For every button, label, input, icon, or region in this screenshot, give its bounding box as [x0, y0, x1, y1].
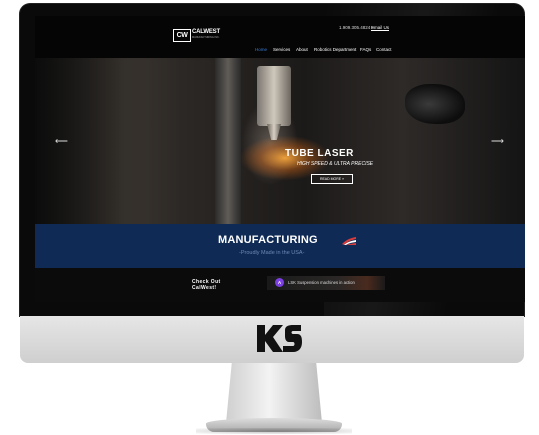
nav-services[interactable]: Services: [273, 47, 290, 52]
flag-swoosh-icon: [342, 237, 356, 245]
nav-faqs[interactable]: FAQs: [360, 47, 371, 52]
promo-heading-line2: CalWest!: [192, 285, 217, 291]
logo-tagline: MANUFACTURING INC.: [192, 36, 220, 39]
promo-section: Check Out CalWest! A LSK Suspension mach…: [35, 268, 525, 302]
slider-prev-arrow-icon[interactable]: ⟵: [55, 136, 68, 147]
manufacturing-banner: MANUFACTURING -Proudly Made in the USA-: [35, 224, 525, 268]
email-us-link[interactable]: Email Us: [371, 25, 389, 30]
hero-glove: [405, 84, 465, 124]
ks-logo-icon: [257, 325, 302, 352]
nav-robotics-department[interactable]: Robotics Department: [314, 47, 356, 52]
monitor-shadow: [196, 428, 352, 434]
hero-shade: [35, 58, 145, 224]
nav-home[interactable]: Home: [255, 47, 267, 52]
video-channel-avatar: A: [275, 278, 284, 287]
header-phone: 1.909.305.4824 –: [339, 25, 375, 30]
site-header: 1.909.305.4824 – Email Us CW CALWEST MAN…: [35, 16, 525, 58]
banner-subtitle: -Proudly Made in the USA-: [239, 250, 305, 256]
logo-mark: CW: [173, 29, 191, 42]
banner-title: MANUFACTURING: [218, 234, 318, 246]
promo-heading: Check Out CalWest!: [192, 279, 221, 291]
hero-subtitle: HIGH SPEED & ULTRA PRECISE: [297, 161, 374, 167]
video-title[interactable]: LSK Suspension machines in action: [288, 280, 355, 285]
website-screen: 1.909.305.4824 – Email Us CW CALWEST MAN…: [35, 16, 525, 302]
hero-slider: ⟵ ⟶ TUBE LASER HIGH SPEED & ULTRA PRECIS…: [35, 58, 525, 224]
hero-machine-pipe: [215, 58, 241, 224]
logo-name: CALWEST: [192, 29, 220, 35]
hero-laser-head: [257, 66, 291, 126]
read-more-button[interactable]: READ MORE »: [311, 174, 353, 184]
hero-title: TUBE LASER: [285, 148, 354, 159]
monitor-stand-neck: [226, 363, 322, 423]
slider-next-arrow-icon[interactable]: ⟶: [491, 136, 504, 147]
nav-about[interactable]: About: [296, 47, 308, 52]
nav-contact[interactable]: Contact: [376, 47, 392, 52]
hero-laser-nozzle: [267, 124, 281, 140]
